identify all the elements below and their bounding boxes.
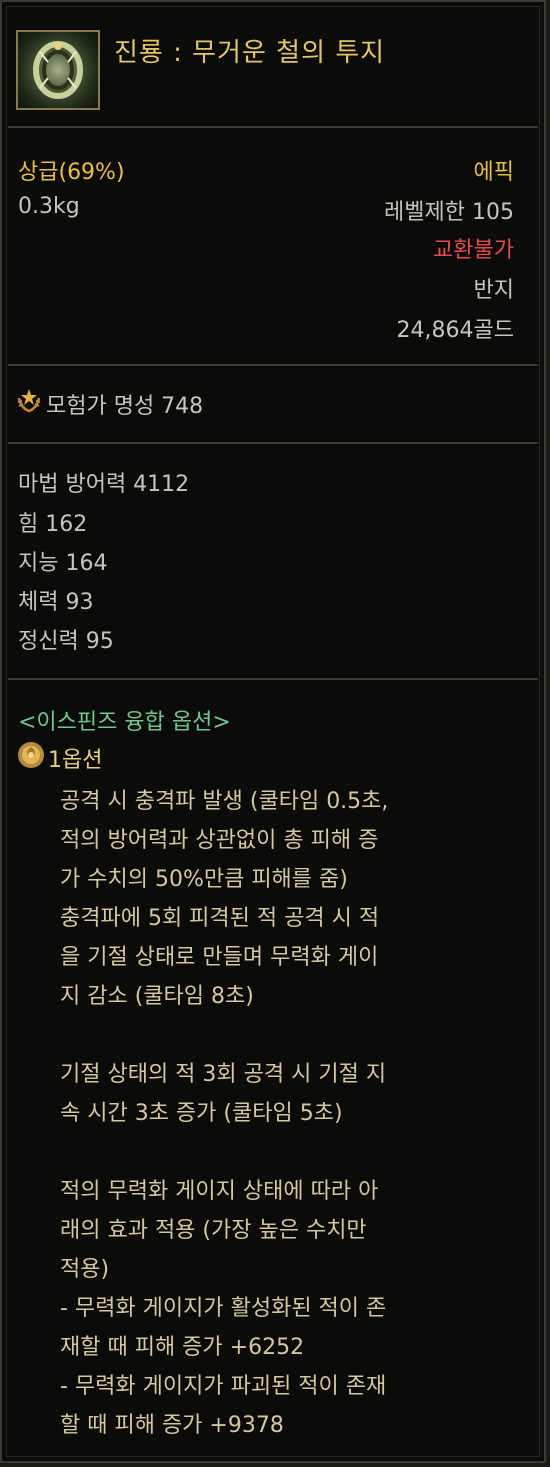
item-title: 진룡 : 무거운 철의 투지 [114, 38, 386, 68]
item-rarity: 에픽 [473, 160, 514, 185]
stat-vitality: 체력 93 [18, 590, 94, 615]
fusion-option-header: <이스핀즈 융합 옵션> [18, 710, 231, 735]
stat-strength: 힘 162 [18, 512, 88, 537]
option-line: 지 감소 (쿨타임 8초) [60, 984, 254, 1009]
ring-item-icon [16, 30, 100, 110]
fusion-option-label: 1옵션 [48, 748, 103, 773]
option-line: - 무력화 게이지가 파괴된 적이 존재 [60, 1374, 387, 1399]
item-level-limit: 레벨제한 105 [384, 200, 514, 225]
item-type: 반지 [473, 278, 514, 303]
option-line: 재할 때 피해 증가 +6252 [60, 1335, 305, 1360]
option-line: 충격파에 5회 피격된 적 공격 시 적 [60, 906, 380, 931]
divider [8, 126, 538, 128]
item-grade: 상급(69%) [18, 160, 125, 185]
fame-laurel-icon [16, 386, 42, 418]
item-weight: 0.3kg [18, 194, 80, 219]
option-line: 적의 무력화 게이지 상태에 따라 아 [60, 1179, 379, 1204]
stat-magic-defense: 마법 방어력 4112 [18, 472, 190, 497]
item-tooltip: 진룡 : 무거운 철의 투지 상급(69%) 에픽 0.3kg 레벨제한 105… [0, 0, 546, 1463]
rose-emblem-icon [16, 740, 46, 774]
option-line: 할 때 피해 증가 +9378 [60, 1413, 284, 1438]
option-line: 적용) [60, 1257, 110, 1282]
divider [8, 442, 538, 444]
option-line: 적의 방어력과 상관없이 총 피해 증 [60, 828, 379, 853]
option-line: - 무력화 게이지가 활성화된 적이 존 [60, 1296, 387, 1321]
divider [8, 364, 538, 366]
divider [8, 678, 538, 680]
item-trade-status: 교환불가 [433, 238, 514, 263]
stat-spirit: 정신력 95 [18, 629, 114, 654]
option-line: 가 수치의 50%만큼 피해를 줌) [60, 867, 348, 892]
option-line: 속 시간 3초 증가 (쿨타임 5초) [60, 1101, 343, 1126]
adventurer-fame: 모험가 명성 748 [46, 394, 204, 419]
option-line: 래의 효과 적용 (가장 높은 수치만 [60, 1218, 367, 1243]
option-line: 을 기절 상태로 만들며 무력화 게이 [60, 945, 379, 970]
stat-intelligence: 지능 164 [18, 551, 108, 576]
option-line: 공격 시 충격파 발생 (쿨타임 0.5초, [60, 789, 389, 814]
item-price: 24,864골드 [396, 318, 514, 343]
option-line: 기절 상태의 적 3회 공격 시 기절 지 [60, 1062, 387, 1087]
